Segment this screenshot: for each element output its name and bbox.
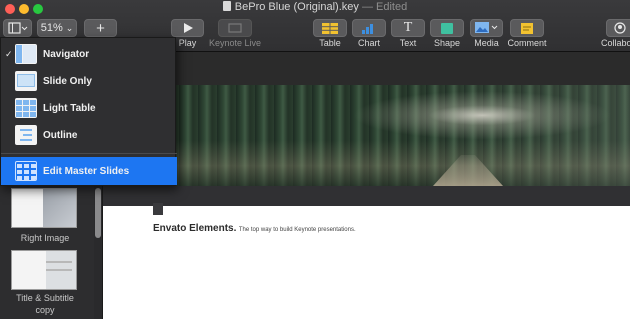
keynote-live-button[interactable] bbox=[218, 19, 252, 37]
view-menu-button[interactable] bbox=[3, 19, 32, 37]
slide-navigator: Right Image Title & Subtitle copy bbox=[0, 186, 103, 319]
media-label: Media bbox=[474, 38, 499, 48]
table-label: Table bbox=[319, 38, 341, 48]
navigator-scrollbar[interactable] bbox=[94, 186, 102, 319]
view-menu: ✓ Navigator Slide Only Light Table Outli… bbox=[0, 37, 177, 186]
keynote-document-icon bbox=[222, 1, 231, 11]
play-button[interactable] bbox=[171, 19, 204, 37]
chart-button[interactable] bbox=[352, 19, 386, 37]
menu-item-label: Light Table bbox=[43, 102, 96, 114]
outline-view-icon bbox=[15, 125, 37, 145]
thumbnail-label: copy bbox=[35, 305, 55, 315]
menu-item-slide-only[interactable]: Slide Only bbox=[1, 68, 177, 94]
text-button[interactable]: T bbox=[391, 19, 425, 37]
menu-item-navigator[interactable]: ✓ Navigator bbox=[1, 41, 177, 67]
keynote-live-icon bbox=[228, 23, 242, 33]
forest-path-image[interactable] bbox=[103, 85, 630, 186]
dark-band bbox=[103, 186, 630, 206]
light-table-view-icon bbox=[15, 98, 37, 118]
media-icon bbox=[474, 22, 497, 33]
slide-thumbnail-right-image[interactable] bbox=[11, 188, 77, 228]
keynote-window: BePro Blue (Original).key — Edited 51% ⌄… bbox=[0, 0, 630, 319]
table-button[interactable] bbox=[313, 19, 347, 37]
menu-item-label: Outline bbox=[43, 129, 78, 141]
menu-item-label: Edit Master Slides bbox=[43, 165, 130, 177]
slide-canvas[interactable]: Envato Elements. The top way to build Ke… bbox=[103, 52, 630, 319]
table-icon bbox=[322, 22, 338, 34]
thumbnail-label: Title & Subtitle bbox=[16, 293, 74, 303]
menu-item-light-table[interactable]: Light Table bbox=[1, 95, 177, 121]
caption-bold: Envato Elements. bbox=[153, 223, 237, 234]
comment-icon bbox=[521, 22, 533, 34]
thumbnail-label: Right Image bbox=[20, 233, 70, 243]
text-icon: T bbox=[403, 20, 413, 35]
window-title: BePro Blue (Original).key — Edited bbox=[0, 1, 630, 13]
plus-icon: + bbox=[96, 19, 105, 37]
shape-label: Shape bbox=[433, 38, 461, 48]
keynote-live-label: Keynote Live bbox=[208, 38, 262, 48]
play-icon bbox=[183, 23, 193, 33]
document-status: — Edited bbox=[361, 1, 408, 13]
slide-thumbnail-title-subtitle-copy[interactable] bbox=[11, 250, 77, 290]
checkmark-icon: ✓ bbox=[5, 48, 13, 59]
collaborate-icon bbox=[614, 22, 626, 34]
comment-label: Comment bbox=[507, 38, 547, 48]
accent-marker bbox=[153, 203, 163, 215]
comment-button[interactable] bbox=[510, 19, 544, 37]
navigator-view-icon bbox=[15, 44, 37, 64]
chart-label: Chart bbox=[357, 38, 380, 48]
shape-button[interactable] bbox=[430, 19, 464, 37]
document-name: BePro Blue (Original).key bbox=[234, 1, 359, 13]
text-label: Text bbox=[399, 38, 417, 48]
menu-separator bbox=[1, 153, 177, 154]
sidebar-view-icon bbox=[7, 22, 27, 34]
scrollbar-thumb[interactable] bbox=[95, 188, 101, 238]
slide-caption[interactable]: Envato Elements. The top way to build Ke… bbox=[153, 223, 356, 234]
caption-tagline: The top way to build Keynote presentatio… bbox=[238, 227, 356, 233]
menu-item-label: Slide Only bbox=[43, 75, 92, 87]
menu-item-outline[interactable]: Outline bbox=[1, 122, 177, 148]
chart-icon bbox=[362, 23, 373, 34]
menu-item-label: Navigator bbox=[43, 48, 90, 60]
current-slide[interactable]: Envato Elements. The top way to build Ke… bbox=[103, 85, 630, 319]
collaborate-label: Collabo bbox=[601, 38, 630, 48]
edit-master-slides-icon bbox=[15, 161, 37, 181]
add-slide-button[interactable]: + bbox=[84, 19, 117, 37]
zoom-menu[interactable]: 51% ⌄ bbox=[37, 19, 77, 37]
menu-item-edit-master-slides[interactable]: Edit Master Slides bbox=[1, 157, 177, 185]
shape-icon bbox=[441, 22, 453, 34]
collaborate-button[interactable] bbox=[606, 19, 630, 37]
zoom-value: 51% bbox=[40, 22, 63, 34]
chevron-down-icon: ⌄ bbox=[65, 22, 74, 33]
slide-only-view-icon bbox=[15, 71, 37, 91]
media-button[interactable] bbox=[470, 19, 503, 37]
